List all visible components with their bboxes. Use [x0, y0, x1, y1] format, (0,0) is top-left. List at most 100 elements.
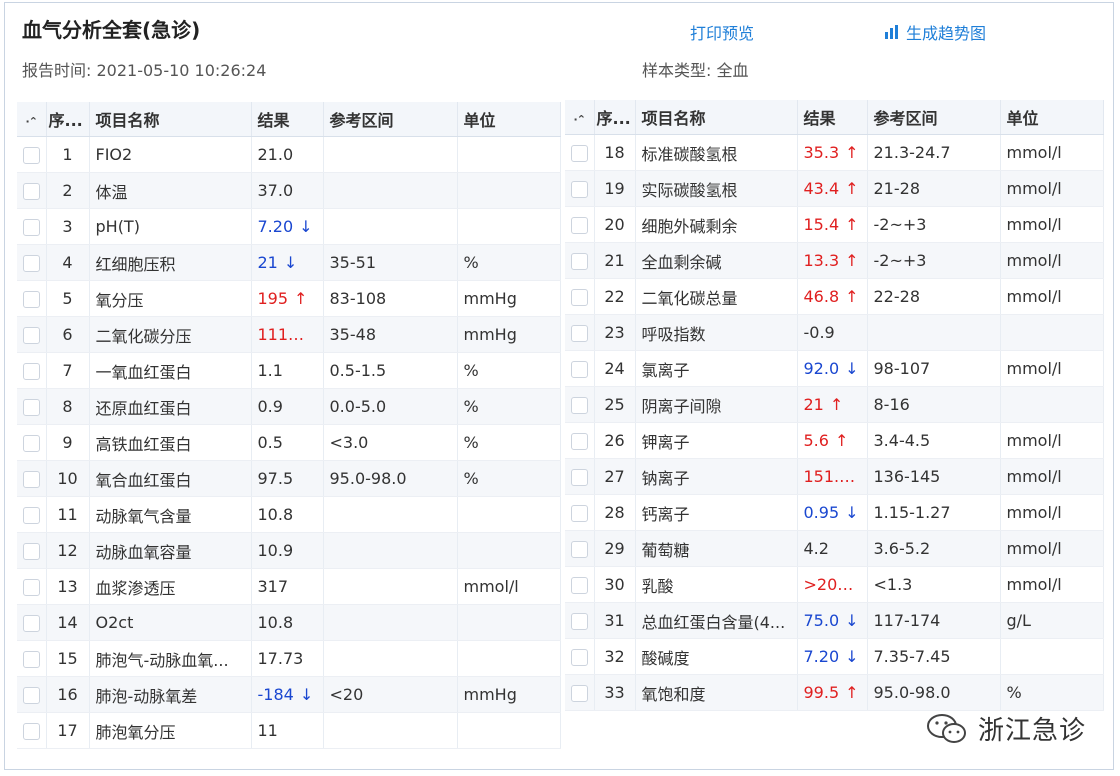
col-range[interactable]: 参考区间 — [323, 102, 458, 137]
checkbox[interactable] — [22, 615, 40, 632]
row-checkbox[interactable] — [565, 134, 595, 171]
checkbox[interactable] — [570, 361, 588, 378]
row-checkbox[interactable] — [565, 170, 595, 207]
table-row[interactable]: 19 实际碳酸氢根 43.4 ↑ 21-28 mmol/l — [565, 170, 1104, 207]
table-row[interactable]: 24 氯离子 92.0 ↓ 98-107 mmol/l — [565, 350, 1104, 387]
checkbox[interactable] — [22, 651, 40, 668]
table-row[interactable]: 21 全血剩余碱 13.3 ↑ -2~+3 mmol/l — [565, 242, 1104, 279]
table-row[interactable]: 2 体温 37.0 — [17, 172, 561, 209]
print-preview-button[interactable]: 打印预览 — [690, 20, 754, 44]
table-row[interactable]: 20 细胞外碱剩余 15.4 ↑ -2~+3 mmol/l — [565, 206, 1104, 243]
table-row[interactable]: 8 还原血红蛋白 0.9 0.0-5.0% — [17, 388, 561, 425]
col-range[interactable]: 参考区间 — [867, 100, 1001, 135]
table-row[interactable]: 23 呼吸指数 -0.9 — [565, 314, 1104, 351]
row-checkbox[interactable] — [17, 136, 47, 173]
checkbox[interactable] — [570, 541, 588, 558]
row-checkbox[interactable] — [565, 494, 595, 531]
row-checkbox[interactable] — [17, 676, 47, 713]
row-checkbox[interactable] — [17, 568, 47, 605]
table-row[interactable]: 5 氧分压 195 ↑ 83-108 mmHg — [17, 280, 561, 317]
generate-trend-button[interactable]: 生成趋势图 — [884, 20, 986, 44]
table-row[interactable]: 18 标准碳酸氢根 35.3 ↑ 21.3-24.7 mmol/l — [565, 134, 1104, 171]
row-checkbox[interactable] — [17, 496, 47, 533]
table-row[interactable]: 29 葡萄糖 4.2 3.6-5.2 mmol/l — [565, 530, 1104, 567]
table-row[interactable]: 32 酸碱度 7.20 ↓ 7.35-7.45 — [565, 638, 1104, 675]
table-row[interactable]: 31 总血红蛋白含量(4... 75.0 ↓ 117-174 g/L — [565, 602, 1104, 639]
sort-toggle[interactable]: ·⌃ — [565, 100, 595, 135]
table-row[interactable]: 1 FIO2 21.0 — [17, 136, 561, 173]
table-row[interactable]: 26 钾离子 5.6 ↑ 3.4-4.5 mmol/l — [565, 422, 1104, 459]
checkbox[interactable] — [570, 325, 588, 342]
row-checkbox[interactable] — [565, 566, 595, 603]
checkbox[interactable] — [570, 505, 588, 522]
checkbox[interactable] — [22, 327, 40, 344]
row-checkbox[interactable] — [565, 350, 595, 387]
checkbox[interactable] — [570, 253, 588, 270]
table-row[interactable]: 16 肺泡-动脉氧差 -184 ↓ <20 mmHg — [17, 676, 561, 713]
row-checkbox[interactable] — [17, 640, 47, 677]
row-checkbox[interactable] — [17, 424, 47, 461]
table-row[interactable]: 7 一氧血红蛋白 1.1 0.5-1.5% — [17, 352, 561, 389]
checkbox[interactable] — [22, 471, 40, 488]
checkbox[interactable] — [22, 147, 40, 164]
table-row[interactable]: 14 O2ct 10.8 — [17, 604, 561, 641]
checkbox[interactable] — [22, 219, 40, 236]
sort-toggle[interactable]: ·⌃ — [17, 102, 47, 137]
row-checkbox[interactable] — [565, 602, 595, 639]
row-checkbox[interactable] — [565, 638, 595, 675]
row-checkbox[interactable] — [17, 244, 47, 281]
row-checkbox[interactable] — [17, 172, 47, 209]
row-checkbox[interactable] — [17, 532, 47, 569]
table-row[interactable]: 10 氧合血红蛋白 97.5 95.0-98.0% — [17, 460, 561, 497]
checkbox[interactable] — [570, 145, 588, 162]
table-row[interactable]: 17 肺泡氧分压 11 — [17, 712, 561, 749]
table-row[interactable]: 27钠离子 151.0 ↑136-145mmol/l — [565, 458, 1104, 495]
table-row[interactable]: 3 pH(T) 7.20 ↓ — [17, 208, 561, 245]
row-checkbox[interactable] — [565, 242, 595, 279]
row-checkbox[interactable] — [17, 460, 47, 497]
row-checkbox[interactable] — [17, 712, 47, 749]
row-checkbox[interactable] — [565, 674, 595, 711]
checkbox[interactable] — [570, 685, 588, 702]
checkbox[interactable] — [22, 687, 40, 704]
row-checkbox[interactable] — [17, 604, 47, 641]
checkbox[interactable] — [570, 433, 588, 450]
checkbox[interactable] — [570, 397, 588, 414]
checkbox[interactable] — [22, 255, 40, 272]
table-row[interactable]: 11 动脉氧气含量 10.8 — [17, 496, 561, 533]
col-unit[interactable]: 单位 — [457, 102, 561, 137]
checkbox[interactable] — [570, 613, 588, 630]
col-seq[interactable]: 序... — [46, 102, 90, 137]
row-checkbox[interactable] — [17, 388, 47, 425]
checkbox[interactable] — [22, 507, 40, 524]
row-checkbox[interactable] — [17, 208, 47, 245]
checkbox[interactable] — [22, 399, 40, 416]
row-checkbox[interactable] — [17, 352, 47, 389]
table-row[interactable]: 22 二氧化碳总量 46.8 ↑ 22-28 mmol/l — [565, 278, 1104, 315]
row-checkbox[interactable] — [565, 278, 595, 315]
checkbox[interactable] — [570, 217, 588, 234]
table-row[interactable]: 33 氧饱和度 99.5 ↑ 95.0-98.0% — [565, 674, 1104, 711]
checkbox[interactable] — [570, 181, 588, 198]
col-name[interactable]: 项目名称 — [635, 100, 798, 135]
row-checkbox[interactable] — [17, 316, 47, 353]
table-row[interactable]: 4 红细胞压积 21 ↓ 35-51% — [17, 244, 561, 281]
row-checkbox[interactable] — [565, 530, 595, 567]
table-row[interactable]: 30乳酸>20↑↑<1.3mmol/l — [565, 566, 1104, 603]
checkbox[interactable] — [22, 291, 40, 308]
checkbox[interactable] — [570, 289, 588, 306]
checkbox[interactable] — [570, 469, 588, 486]
col-unit[interactable]: 单位 — [1000, 100, 1104, 135]
checkbox[interactable] — [22, 723, 40, 740]
row-checkbox[interactable] — [565, 206, 595, 243]
row-checkbox[interactable] — [17, 280, 47, 317]
row-checkbox[interactable] — [565, 386, 595, 423]
checkbox[interactable] — [570, 649, 588, 666]
row-checkbox[interactable] — [565, 458, 595, 495]
row-checkbox[interactable] — [565, 314, 595, 351]
table-row[interactable]: 9 高铁血红蛋白 0.5 <3.0% — [17, 424, 561, 461]
checkbox[interactable] — [22, 579, 40, 596]
table-row[interactable]: 28 钙离子 0.95 ↓ 1.15-1.27 mmol/l — [565, 494, 1104, 531]
col-seq[interactable]: 序... — [594, 100, 636, 135]
checkbox[interactable] — [22, 183, 40, 200]
